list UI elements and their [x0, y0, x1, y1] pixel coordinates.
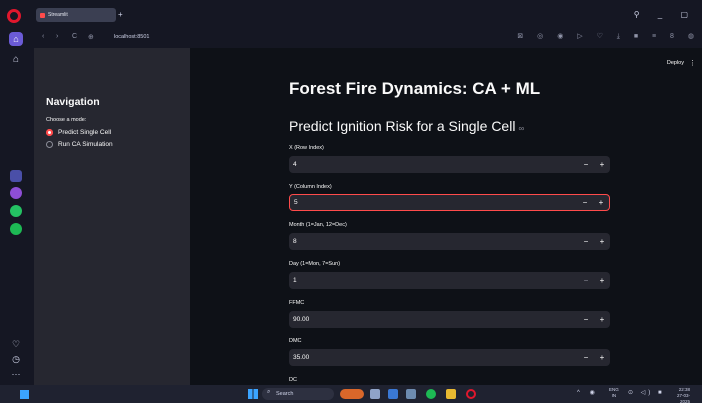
copilot-icon[interactable]: [388, 389, 398, 399]
number-input-ffmc[interactable]: 90.00 − +: [289, 311, 610, 328]
field-label-x: X (Row Index): [289, 145, 324, 151]
radio-unselected-icon[interactable]: [46, 141, 53, 148]
tab-streamlit[interactable]: Streamlit: [36, 8, 116, 22]
toolbar-icons[interactable]: ⊠ ◎ ◉ ▷ ♡ ⤓ ■ ≡ 8 ◍: [517, 32, 700, 41]
input-value[interactable]: 1: [289, 277, 578, 284]
input-value[interactable]: 35.00: [289, 354, 578, 361]
increment-button[interactable]: +: [594, 353, 610, 362]
radio-label: Run CA Simulation: [58, 141, 113, 148]
opera-taskbar-icon[interactable]: [466, 389, 476, 399]
windows-start-icon[interactable]: [248, 389, 258, 399]
reload-icon[interactable]: C: [72, 33, 77, 40]
tab-title: Streamlit: [48, 12, 68, 18]
number-input-x[interactable]: 4 − +: [289, 156, 610, 173]
more-icon[interactable]: ···: [9, 367, 23, 381]
anchor-link-icon[interactable]: ∞: [518, 124, 524, 133]
tray-icons[interactable]: ^ ◉: [577, 389, 599, 396]
sidebar-title: Navigation: [46, 96, 100, 108]
site-info-icon[interactable]: ⊕: [88, 33, 94, 41]
messenger-app-icon[interactable]: [10, 187, 22, 199]
radio-selected-icon[interactable]: [46, 129, 53, 136]
field-label-month: Month (1=Jan, 12=Dec): [289, 222, 347, 228]
decrement-button[interactable]: −: [577, 198, 593, 207]
radio-run-ca-simulation[interactable]: Run CA Simulation: [46, 141, 113, 148]
mode-label: Choose a mode:: [46, 117, 87, 123]
input-value[interactable]: 90.00: [289, 316, 578, 323]
back-icon[interactable]: ‹: [42, 33, 44, 40]
spotify-taskbar-icon[interactable]: [426, 389, 436, 399]
new-tab-button[interactable]: +: [118, 10, 123, 19]
whatsapp-app-icon[interactable]: [10, 205, 22, 217]
url-field[interactable]: localhost:8501: [114, 34, 149, 40]
decrement-button[interactable]: −: [578, 237, 594, 246]
spotify-app-icon[interactable]: [10, 223, 22, 235]
field-label-day: Day (1=Mon, 7=Sun): [289, 261, 341, 267]
heart-icon[interactable]: ♡: [9, 337, 23, 351]
file-explorer-icon[interactable]: [446, 389, 456, 399]
taskbar-search[interactable]: Search: [262, 388, 334, 400]
tab-bar: Streamlit + ⚲ _ ▢: [34, 0, 702, 28]
home-icon[interactable]: ⌂: [9, 32, 23, 46]
increment-button[interactable]: +: [593, 198, 609, 207]
bookmark-icon[interactable]: ⌂: [9, 52, 23, 66]
taskbar: Search ⌕ ^ ◉ ENG IN ⊙ ◁) ■ 22:38 27-03-2…: [0, 385, 702, 403]
vscode-icon[interactable]: [406, 389, 416, 399]
clock-date: 27-03-2025: [676, 393, 690, 403]
page-title: Forest Fire Dynamics: CA + ML: [289, 79, 541, 98]
input-value[interactable]: 8: [289, 238, 578, 245]
radio-label: Predict Single Cell: [58, 129, 112, 136]
opera-logo-icon[interactable]: [7, 9, 21, 23]
widgets-icon[interactable]: [20, 390, 29, 399]
increment-button[interactable]: +: [594, 160, 610, 169]
increment-button[interactable]: +: [594, 237, 610, 246]
aria-app-icon[interactable]: [10, 170, 22, 182]
decrement-button[interactable]: −: [578, 353, 594, 362]
forward-icon[interactable]: ›: [56, 33, 58, 40]
search-icon: ⌕: [267, 389, 271, 395]
number-input-day[interactable]: 1 − +: [289, 272, 610, 289]
field-label-dmc: DMC: [289, 338, 302, 344]
input-value[interactable]: 4: [289, 161, 578, 168]
field-label-ffmc: FFMC: [289, 300, 305, 306]
main-menu-icon[interactable]: ⋮: [689, 59, 696, 67]
history-icon[interactable]: ◷: [9, 352, 23, 366]
decrement-button[interactable]: −: [578, 276, 594, 285]
field-label-y: Y (Column Index): [289, 184, 332, 190]
streamlit-favicon-icon: [40, 12, 45, 18]
app-sidebar: Navigation Choose a mode: Predict Single…: [34, 48, 190, 385]
lang-line2: IN: [611, 393, 617, 398]
number-input-dmc[interactable]: 35.00 − +: [289, 349, 610, 366]
input-value[interactable]: 5: [290, 199, 577, 206]
language-indicator[interactable]: ENG IN: [609, 387, 619, 399]
window-controls[interactable]: ⚲ _ ▢: [634, 10, 696, 19]
clock[interactable]: 22:38 27-03-2025: [668, 387, 690, 403]
task-view-icon[interactable]: [370, 389, 380, 399]
field-label-dc: DC: [289, 377, 297, 383]
increment-button[interactable]: +: [594, 315, 610, 324]
address-bar: ‹ › C ⊕ localhost:8501 ⊠ ◎ ◉ ▷ ♡ ⤓ ■ ≡ 8…: [34, 28, 702, 48]
section-title-text: Predict Ignition Risk for a Single Cell: [289, 118, 516, 134]
number-input-month[interactable]: 8 − +: [289, 233, 610, 250]
search-label: Search: [276, 391, 294, 397]
increment-button[interactable]: +: [594, 276, 610, 285]
opera-sidebar: ⌂ ⌂ ♡ ◷ ···: [0, 0, 34, 385]
number-input-y[interactable]: 5 − +: [289, 194, 610, 211]
deploy-button[interactable]: Deploy: [667, 60, 684, 66]
decrement-button[interactable]: −: [578, 315, 594, 324]
radio-predict-single-cell[interactable]: Predict Single Cell: [46, 129, 111, 136]
section-title: Predict Ignition Risk for a Single Cell ∞: [289, 118, 524, 134]
main-content: Deploy ⋮ Forest Fire Dynamics: CA + ML P…: [190, 48, 702, 385]
news-widget-icon[interactable]: [340, 389, 364, 399]
tray-status-icons[interactable]: ⊙ ◁) ■: [628, 389, 665, 396]
decrement-button[interactable]: −: [578, 160, 594, 169]
